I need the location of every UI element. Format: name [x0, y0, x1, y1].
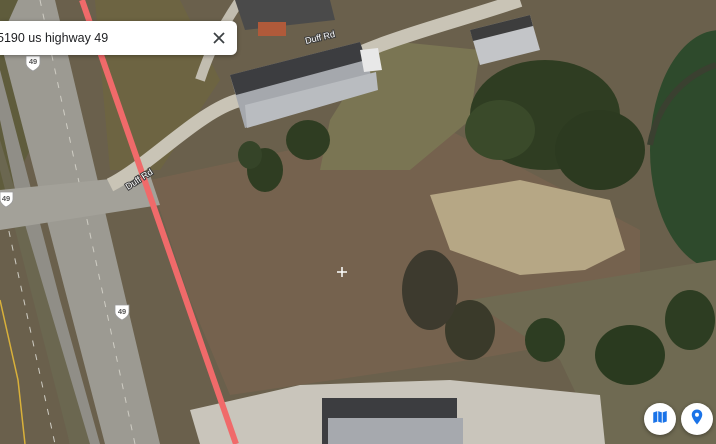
- svg-text:49: 49: [29, 57, 37, 66]
- map-icon: [651, 408, 669, 431]
- close-icon[interactable]: [207, 26, 231, 50]
- map-layers-button[interactable]: [644, 403, 676, 435]
- address-text: 5190 us highway 49: [0, 31, 109, 45]
- location-pin-icon: [688, 408, 706, 431]
- svg-text:49: 49: [118, 307, 126, 316]
- satellite-map[interactable]: Duff Rd Duff Rd 49 49 49: [0, 0, 716, 444]
- location-button[interactable]: [681, 403, 713, 435]
- address-search-card[interactable]: 5190 us highway 49: [0, 21, 237, 55]
- svg-text:49: 49: [2, 194, 10, 203]
